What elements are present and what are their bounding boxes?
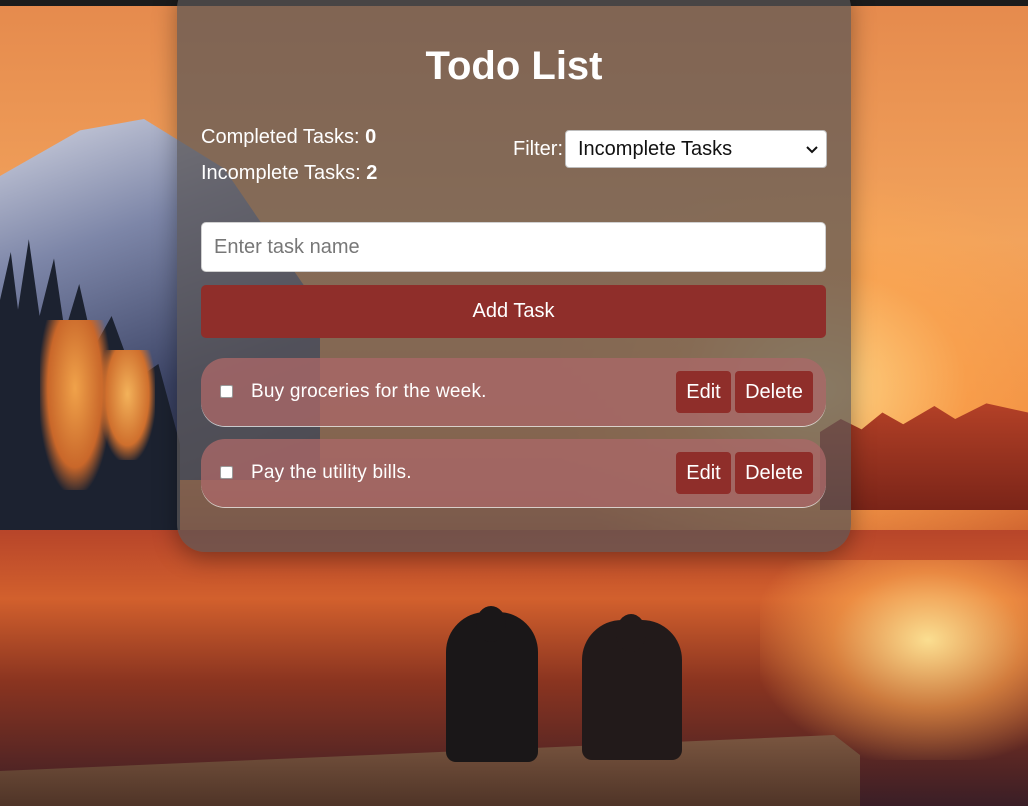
delete-button[interactable]: Delete [735,371,813,413]
background-scene: Todo List Completed Tasks: 0 Incomplete … [0,0,1028,806]
add-task-button[interactable]: Add Task [201,285,826,338]
task-checkbox[interactable] [220,385,233,398]
task-stats: Completed Tasks: 0 Incomplete Tasks: 2 [201,126,377,198]
task-item: Pay the utility bills. Edit Delete [201,439,826,507]
delete-button[interactable]: Delete [735,452,813,494]
incomplete-label: Incomplete Tasks: [201,162,361,184]
incomplete-count: 2 [366,162,378,184]
filter-selected-value: Incomplete Tasks [578,137,733,160]
chevron-down-icon [806,141,818,157]
task-checkbox[interactable] [220,466,233,479]
task-text: Buy groceries for the week. [251,381,487,402]
page-title: Todo List [425,44,603,88]
completed-count: 0 [365,126,377,148]
completed-stat: Completed Tasks: 0 [201,126,377,162]
task-item: Buy groceries for the week. Edit Delete [201,358,826,426]
completed-label: Completed Tasks: [201,126,360,148]
edit-button[interactable]: Edit [676,371,731,413]
lake-reflection [760,560,1028,760]
person-silhouette [582,614,682,760]
todo-card: Todo List Completed Tasks: 0 Incomplete … [177,0,851,552]
person-silhouette [446,606,538,762]
incomplete-stat: Incomplete Tasks: 2 [201,162,377,198]
edit-button[interactable]: Edit [676,452,731,494]
filter-select[interactable]: Incomplete Tasks [565,130,827,168]
filter-control: Filter: Incomplete Tasks [513,130,827,168]
task-name-input[interactable] [201,222,826,272]
task-text: Pay the utility bills. [251,462,412,483]
filter-label: Filter: [513,137,563,160]
autumn-tree [100,350,155,460]
